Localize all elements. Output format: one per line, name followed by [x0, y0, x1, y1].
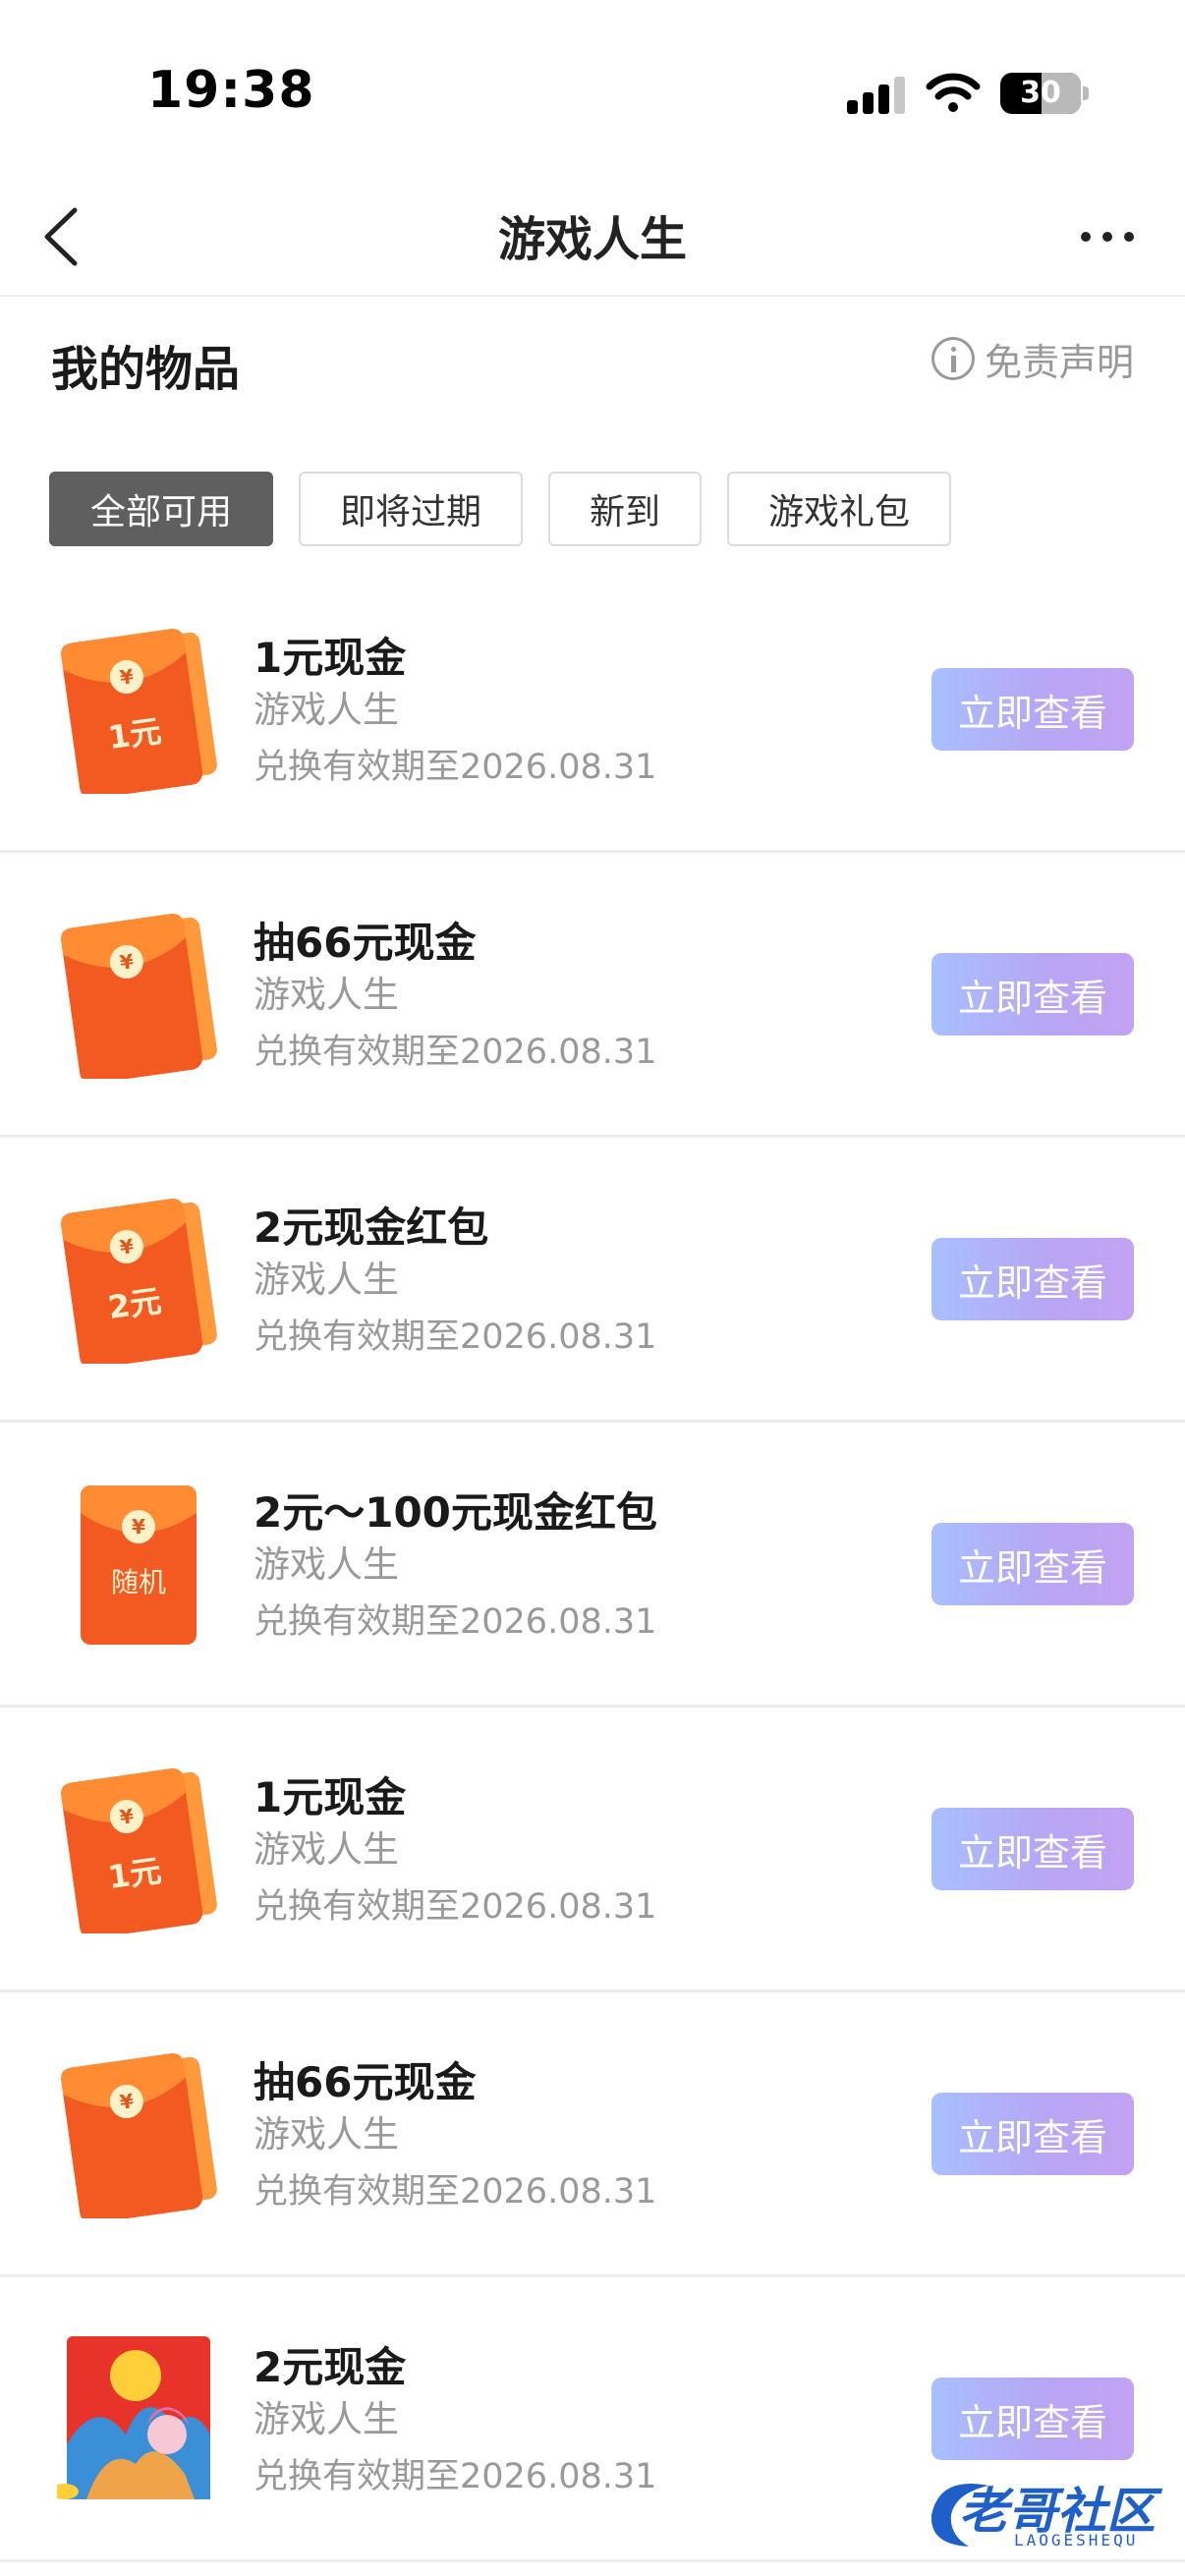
item-source: 游戏人生	[254, 1543, 399, 1586]
view-button[interactable]: 立即查看	[931, 2093, 1134, 2175]
more-options-icon[interactable]	[1075, 206, 1144, 265]
filter-tabs: 全部可用 即将过期 新到 游戏礼包	[49, 472, 952, 546]
list-item: ¥ 随机 2元～100元现金红包 游戏人生 兑换有效期至2026.08.31 立…	[0, 1423, 1185, 1708]
list-item: ¥ 抽66元现金 游戏人生 兑换有效期至2026.08.31 立即查看	[0, 853, 1185, 1138]
red-envelope-icon: ¥ 1元	[61, 629, 217, 794]
svg-text:¥: ¥	[132, 1515, 145, 1539]
tab-game-gifts[interactable]: 游戏礼包	[727, 472, 952, 546]
red-envelope-icon: ¥ 1元	[61, 1768, 217, 1933]
info-icon	[931, 337, 975, 380]
tab-all-available[interactable]: 全部可用	[49, 472, 274, 546]
envelope-label: 随机	[111, 1566, 166, 1598]
item-source: 游戏人生	[254, 2398, 399, 2440]
item-expiry: 兑换有效期至2026.08.31	[254, 1317, 657, 1357]
item-expiry: 兑换有效期至2026.08.31	[254, 2172, 657, 2212]
red-envelope-icon: ¥	[61, 2053, 217, 2218]
tab-new[interactable]: 新到	[548, 472, 703, 546]
tab-expiring-soon[interactable]: 即将过期	[299, 472, 524, 546]
item-list: ¥ 1元 1元现金 游戏人生 兑换有效期至2026.08.31 立即查看 ¥ 抽…	[0, 568, 1185, 2562]
illustrated-red-envelope-icon	[57, 2336, 210, 2499]
item-title: 1元现金	[254, 1773, 407, 1821]
view-button[interactable]: 立即查看	[931, 953, 1134, 1036]
status-time: 19:38	[147, 61, 315, 120]
item-expiry: 兑换有效期至2026.08.31	[254, 1033, 657, 1072]
page-title: 游戏人生	[497, 212, 687, 267]
battery-icon: 30	[1000, 73, 1081, 114]
item-title: 1元现金	[254, 634, 407, 682]
envelope-label: 1元	[106, 1852, 164, 1896]
item-source: 游戏人生	[254, 974, 399, 1016]
item-title: 抽66元现金	[254, 919, 477, 967]
battery-cap	[1083, 86, 1089, 100]
item-title: 2元～100元现金红包	[254, 1488, 657, 1537]
watermark-logo: 老哥社区 LAOGESHEQU	[920, 2466, 1171, 2560]
envelope-label: 1元	[106, 712, 164, 756]
list-item: ¥ 1元 1元现金 游戏人生 兑换有效期至2026.08.31 立即查看	[0, 1708, 1185, 1992]
red-envelope-icon: ¥ 2元	[61, 1199, 217, 1364]
status-bar: 19:38 30	[0, 0, 1185, 177]
item-source: 游戏人生	[254, 2113, 399, 2156]
item-expiry: 兑换有效期至2026.08.31	[254, 2457, 657, 2496]
disclaimer-link[interactable]: 免责声明	[931, 334, 1134, 384]
view-button[interactable]: 立即查看	[931, 668, 1134, 751]
nav-bar: 游戏人生	[0, 177, 1185, 297]
wifi-icon	[926, 73, 981, 112]
random-red-envelope-icon: ¥ 随机	[81, 1485, 197, 1645]
red-envelope-icon: ¥	[61, 914, 217, 1079]
disclaimer-label: 免责声明	[984, 340, 1134, 384]
section-title: 我的物品	[51, 342, 241, 397]
item-title: 抽66元现金	[254, 2058, 477, 2106]
item-title: 2元现金红包	[254, 1204, 489, 1252]
list-item: ¥ 1元 1元现金 游戏人生 兑换有效期至2026.08.31 立即查看	[0, 568, 1185, 853]
battery-level: 30	[1020, 76, 1061, 110]
item-expiry: 兑换有效期至2026.08.31	[254, 748, 657, 787]
envelope-label: 2元	[106, 1282, 164, 1326]
view-button[interactable]: 立即查看	[931, 1238, 1134, 1320]
item-source: 游戏人生	[254, 1828, 399, 1871]
item-title: 2元现金	[254, 2343, 407, 2391]
item-expiry: 兑换有效期至2026.08.31	[254, 1887, 657, 1927]
view-button[interactable]: 立即查看	[931, 1523, 1134, 1605]
view-button[interactable]: 立即查看	[931, 1808, 1134, 1890]
list-item: ¥ 2元 2元现金红包 游戏人生 兑换有效期至2026.08.31 立即查看	[0, 1138, 1185, 1423]
view-button[interactable]: 立即查看	[931, 2378, 1134, 2460]
cellular-signal-icon	[847, 75, 908, 114]
item-source: 游戏人生	[254, 689, 399, 731]
list-item: ¥ 抽66元现金 游戏人生 兑换有效期至2026.08.31 立即查看	[0, 1992, 1185, 2277]
item-expiry: 兑换有效期至2026.08.31	[254, 1602, 657, 1642]
item-source: 游戏人生	[254, 1259, 399, 1301]
watermark-subtext: LAOGESHEQU	[1014, 2531, 1139, 2549]
